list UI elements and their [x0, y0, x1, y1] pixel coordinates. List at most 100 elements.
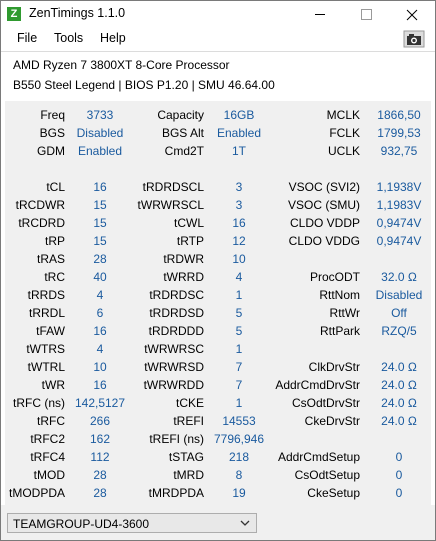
- twrwrsc-value: 1: [235, 342, 243, 356]
- tcke-value: 1: [235, 396, 243, 410]
- csodtsetup-value: 0: [395, 468, 403, 482]
- tfaw-value: 16: [93, 324, 107, 338]
- uclk-label: UCLK: [327, 144, 360, 158]
- trefi-value: 14553: [222, 414, 256, 428]
- clkdrvstr-label: ClkDrvStr: [308, 360, 360, 374]
- csodtsetup-label: CsOdtSetup: [294, 468, 360, 482]
- procodt-value: 32.0 Ω: [381, 270, 417, 284]
- camera-icon: [403, 30, 425, 48]
- vsoc-svi2-value: 1,1938V: [376, 180, 422, 194]
- zentimings-app-icon: Z: [7, 7, 21, 21]
- cldo-vddg-label: CLDO VDDG: [288, 234, 360, 248]
- trefi-ns-value: 7796,946: [213, 432, 265, 446]
- trp-value: 15: [93, 234, 107, 248]
- trdwr-label: tRDWR: [163, 252, 204, 266]
- rttwr-label: RttWr: [329, 306, 360, 320]
- twrwrsd-value: 7: [235, 360, 243, 374]
- tmrdpda-value: 19: [232, 486, 246, 500]
- tmrd-value: 8: [235, 468, 243, 482]
- twrwrdd-label: tWRWRDD: [143, 378, 204, 392]
- vsoc-svi2-label: VSOC (SVI2): [288, 180, 360, 194]
- app-window: Z ZenTimings 1.1.0 File Tools Help AMD R…: [0, 0, 436, 541]
- menu-file[interactable]: File: [17, 31, 37, 45]
- csodtdrvstr-label: CsOdtDrvStr: [291, 396, 360, 410]
- mclk-value: 1866,50: [377, 108, 421, 122]
- ckesetup-label: CkeSetup: [307, 486, 360, 500]
- window-title: ZenTimings 1.1.0: [29, 6, 126, 20]
- trdrdscl-label: tRDRDSCL: [142, 180, 204, 194]
- addrcmddrvstr-value: 24.0 Ω: [381, 378, 417, 392]
- trfc-value: 266: [89, 414, 111, 428]
- rttnom-value: Disabled: [375, 288, 423, 302]
- trfc2-value: 162: [89, 432, 111, 446]
- trcdwr-value: 15: [93, 198, 107, 212]
- twrrd-value: 4: [235, 270, 243, 284]
- memory-profile-select[interactable]: TEAMGROUP-UD4-3600: [7, 513, 257, 533]
- procodt-label: ProcODT: [309, 270, 360, 284]
- tcl-value: 16: [93, 180, 107, 194]
- menu-tools[interactable]: Tools: [54, 31, 83, 45]
- cpu-name: AMD Ryzen 7 3800XT 8-Core Processor: [13, 58, 230, 72]
- fclk-label: FCLK: [329, 126, 360, 140]
- trdrdsc-label: tRDRDSC: [149, 288, 204, 302]
- vsoc-smu-label: VSOC (SMU): [288, 198, 360, 212]
- memory-profile-value: TEAMGROUP-UD4-3600: [13, 517, 150, 531]
- ckedrvstr-label: CkeDrvStr: [304, 414, 360, 428]
- tmodpda-value: 28: [93, 486, 107, 500]
- maximize-button[interactable]: [343, 1, 389, 28]
- tmodpda-label: tMODPDA: [8, 486, 65, 500]
- trtp-value: 12: [232, 234, 246, 248]
- chevron-down-icon: [240, 520, 250, 526]
- twrwrdd-value: 7: [235, 378, 243, 392]
- trfc-ns-value: 142,5127: [74, 396, 126, 410]
- close-button[interactable]: [389, 1, 435, 28]
- trefi-ns-label: tREFI (ns): [149, 432, 204, 446]
- twtrs-value: 4: [96, 342, 104, 356]
- twr-value: 16: [93, 378, 107, 392]
- tras-value: 28: [93, 252, 107, 266]
- menu-bar: File Tools Help: [1, 28, 435, 50]
- capacity-value: 16GB: [223, 108, 255, 122]
- twrwrscl-value: 3: [235, 198, 243, 212]
- twtrl-value: 10: [93, 360, 107, 374]
- trrds-value: 4: [96, 288, 104, 302]
- title-bar[interactable]: Z ZenTimings 1.1.0: [1, 1, 435, 28]
- addrcmdsetup-label: AddrCmdSetup: [277, 450, 360, 464]
- gdm-value: Enabled: [77, 144, 123, 158]
- ckedrvstr-value: 24.0 Ω: [381, 414, 417, 428]
- addrcmdsetup-value: 0: [395, 450, 403, 464]
- fclk-value: 1799,53: [377, 126, 421, 140]
- vsoc-smu-value: 1,1983V: [376, 198, 422, 212]
- capacity-label: Capacity: [157, 108, 204, 122]
- menu-help[interactable]: Help: [100, 31, 126, 45]
- minimize-button[interactable]: [297, 1, 343, 28]
- twrrd-label: tWRRD: [163, 270, 204, 284]
- twrwrsc-label: tWRWRSC: [144, 342, 204, 356]
- trfc-ns-label: tRFC (ns): [13, 396, 65, 410]
- footer: TEAMGROUP-UD4-3600: [1, 505, 435, 540]
- trdrddd-value: 5: [235, 324, 243, 338]
- screenshot-button[interactable]: [403, 30, 425, 48]
- board-info: B550 Steel Legend | BIOS P1.20 | SMU 46.…: [13, 78, 275, 92]
- rttwr-value: Off: [391, 306, 407, 320]
- trcdwr-label: tRCDWR: [15, 198, 65, 212]
- trcdrd-value: 15: [93, 216, 107, 230]
- csodtdrvstr-value: 24.0 Ω: [381, 396, 417, 410]
- freq-value: 3733: [86, 108, 114, 122]
- trfc4-value: 112: [90, 450, 110, 464]
- cldo-vddp-label: CLDO VDDP: [289, 216, 360, 230]
- trdwr-value: 10: [232, 252, 246, 266]
- twrwrsd-label: tWRWRSD: [144, 360, 204, 374]
- bgs-alt-value: Enabled: [216, 126, 262, 140]
- trcdrd-label: tRCDRD: [18, 216, 65, 230]
- minimize-icon: [315, 14, 325, 15]
- tmrdpda-label: tMRDPDA: [148, 486, 204, 500]
- timings-panel: Freq 3733 Capacity 16GB MCLK 1866,50 BGS Disabl…: [5, 101, 431, 505]
- addrcmddrvstr-label: AddrCmdDrvStr: [275, 378, 360, 392]
- cldo-vddg-value: 0,9474V: [376, 234, 422, 248]
- trc-value: 40: [93, 270, 107, 284]
- cldo-vddp-value: 0,9474V: [376, 216, 422, 230]
- close-icon: [406, 9, 418, 20]
- trdrddd-label: tRDRDDD: [148, 324, 204, 338]
- trrdl-value: 6: [96, 306, 104, 320]
